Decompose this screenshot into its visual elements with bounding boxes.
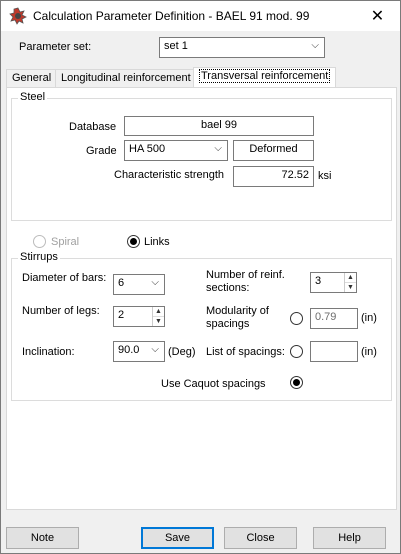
grade-select[interactable]: HA 500 ⌵ bbox=[124, 140, 228, 161]
reinf-sections-label-line1: Number of reinf. bbox=[206, 269, 285, 281]
title-bar: Calculation Parameter Definition - BAEL … bbox=[1, 1, 400, 31]
inclination-value: 90.0 bbox=[118, 344, 140, 356]
grade-value: HA 500 bbox=[129, 143, 166, 155]
diameter-select[interactable]: 6 ⌵ bbox=[113, 274, 165, 295]
caquot-radio[interactable] bbox=[290, 376, 303, 389]
tab-longitudinal[interactable]: Longitudinal reinforcement bbox=[55, 69, 197, 87]
caquot-label: Use Caquot spacings bbox=[161, 378, 266, 390]
diameter-value: 6 bbox=[118, 277, 125, 289]
grade-type-field: Deformed bbox=[233, 140, 314, 161]
links-label: Links bbox=[144, 236, 170, 248]
links-radio[interactable] bbox=[127, 235, 140, 248]
legs-value: 2 bbox=[118, 309, 125, 321]
diameter-label: Diameter of bars: bbox=[22, 272, 107, 284]
modularity-label-line2: spacings bbox=[206, 318, 250, 330]
spin-down-icon[interactable]: ▼ bbox=[345, 283, 356, 292]
modularity-label-line1: Modularity of bbox=[206, 305, 269, 317]
char-strength-label: Characteristic strength bbox=[114, 169, 225, 181]
steel-group: Steel Database bael 99 Grade HA 500 ⌵ De… bbox=[11, 91, 392, 221]
steel-group-title: Steel bbox=[18, 91, 48, 103]
database-label: Database bbox=[69, 121, 117, 133]
parameter-set-label: Parameter set: bbox=[19, 41, 92, 53]
grade-type-value: Deformed bbox=[249, 143, 298, 155]
window-title: Calculation Parameter Definition - BAEL … bbox=[33, 9, 310, 23]
stirrups-group-title: Stirrups bbox=[18, 251, 60, 263]
parameter-set-select[interactable]: set 1 ⌵ bbox=[159, 37, 325, 58]
tab-general[interactable]: General bbox=[6, 69, 58, 87]
note-button-label: Note bbox=[30, 532, 55, 544]
reinf-sections-value: 3 bbox=[315, 275, 322, 287]
chevron-down-icon: ⌵ bbox=[311, 40, 319, 51]
list-spacings-unit: (in) bbox=[361, 346, 377, 358]
tab-longitudinal-label: Longitudinal reinforcement bbox=[61, 72, 191, 84]
app-icon bbox=[9, 7, 27, 25]
spiral-radio[interactable] bbox=[33, 235, 46, 248]
save-button[interactable]: Save bbox=[141, 527, 214, 549]
spiral-label: Spiral bbox=[51, 236, 80, 248]
chevron-down-icon: ⌵ bbox=[151, 344, 159, 355]
legs-label: Number of legs: bbox=[22, 305, 100, 317]
modularity-field[interactable]: 0.79 bbox=[310, 308, 358, 329]
legs-stepper[interactable]: 2 ▲ ▼ bbox=[113, 306, 165, 327]
spin-up-icon[interactable]: ▲ bbox=[345, 273, 356, 283]
tab-transversal[interactable]: Transversal reinforcement bbox=[193, 67, 337, 88]
close-icon[interactable]: ✕ bbox=[355, 1, 400, 31]
database-field[interactable]: bael 99 bbox=[124, 116, 314, 136]
list-spacings-radio[interactable] bbox=[290, 345, 303, 358]
tab-transversal-label: Transversal reinforcement bbox=[199, 69, 331, 83]
parameter-set-value: set 1 bbox=[164, 40, 188, 52]
chevron-down-icon: ⌵ bbox=[151, 277, 159, 288]
inclination-label: Inclination: bbox=[22, 346, 75, 358]
tab-general-label: General bbox=[12, 72, 52, 84]
close-button-label: Close bbox=[246, 532, 275, 544]
tab-panel: Steel Database bael 99 Grade HA 500 ⌵ De… bbox=[6, 87, 397, 510]
reinf-sections-stepper[interactable]: 3 ▲ ▼ bbox=[310, 272, 357, 293]
note-button[interactable]: Note bbox=[6, 527, 79, 549]
database-value: bael 99 bbox=[200, 119, 238, 131]
modularity-unit: (in) bbox=[361, 312, 377, 324]
char-strength-value: 72.52 bbox=[281, 169, 309, 181]
save-button-label: Save bbox=[164, 532, 191, 544]
dialog-window: Calculation Parameter Definition - BAEL … bbox=[0, 0, 401, 554]
spin-up-icon[interactable]: ▲ bbox=[153, 307, 164, 317]
close-button[interactable]: Close bbox=[224, 527, 297, 549]
reinf-sections-label-line2: sections: bbox=[206, 282, 250, 294]
list-spacings-field[interactable] bbox=[310, 341, 358, 362]
char-strength-unit: ksi bbox=[318, 170, 332, 182]
grade-label: Grade bbox=[86, 145, 117, 157]
help-button[interactable]: Help bbox=[313, 527, 386, 549]
spin-down-icon[interactable]: ▼ bbox=[153, 317, 164, 326]
help-button-label: Help bbox=[338, 532, 361, 544]
chevron-down-icon: ⌵ bbox=[214, 143, 222, 154]
inclination-select[interactable]: 90.0 ⌵ bbox=[113, 341, 165, 362]
list-spacings-label: List of spacings: bbox=[206, 346, 285, 358]
modularity-radio[interactable] bbox=[290, 312, 303, 325]
modularity-value: 0.79 bbox=[315, 311, 337, 323]
char-strength-field[interactable]: 72.52 bbox=[233, 166, 314, 187]
stirrups-group: Stirrups Diameter of bars: 6 ⌵ Number of… bbox=[11, 251, 392, 401]
inclination-unit: (Deg) bbox=[168, 346, 196, 358]
